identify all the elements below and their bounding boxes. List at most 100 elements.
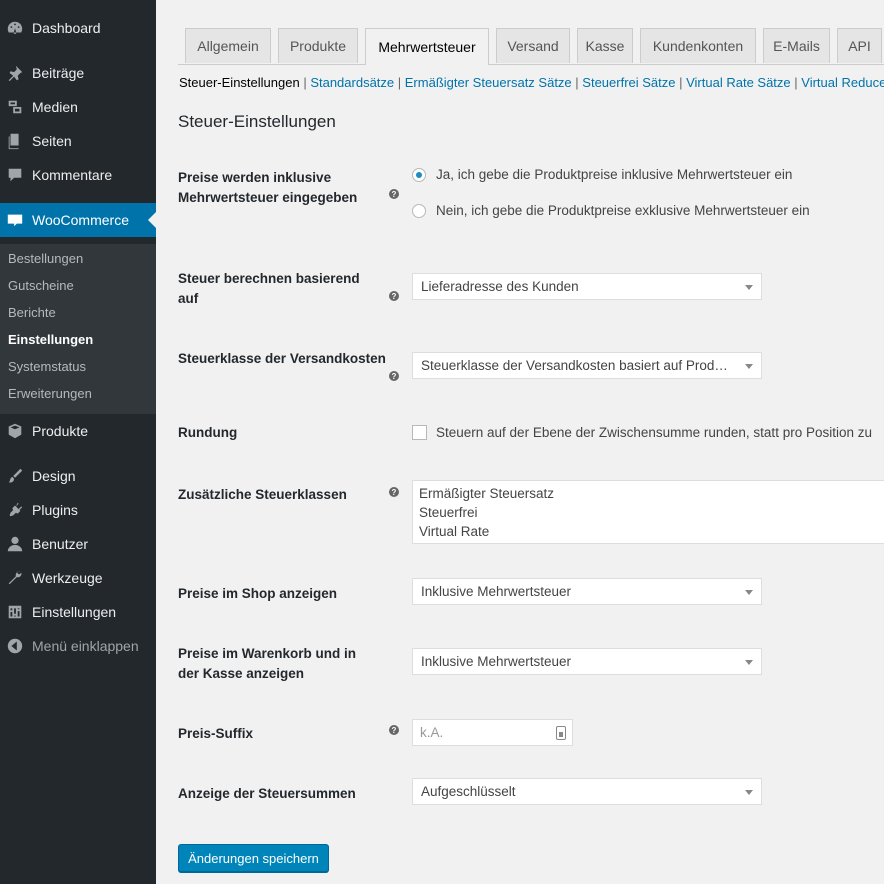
submenu-berichte[interactable]: Berichte <box>8 305 56 320</box>
menu-design-label: Design <box>32 468 76 484</box>
menu-kommentare-label: Kommentare <box>32 167 113 183</box>
totals-select[interactable]: Aufgeschlüsselt <box>412 778 762 805</box>
menu-medien-label: Medien <box>32 99 78 115</box>
chevron-down-icon <box>745 590 753 595</box>
help-icon[interactable]: ? <box>389 725 399 735</box>
chevron-down-icon <box>745 790 753 795</box>
subnav-virtual-rate[interactable]: Virtual Rate Sätze <box>686 75 791 90</box>
plugin-icon <box>5 500 25 520</box>
menu-einstellungen[interactable]: Einstellungen <box>0 595 156 629</box>
comment-icon <box>5 165 25 185</box>
menu-beitraege-label: Beiträge <box>32 65 85 81</box>
menu-plugins[interactable]: Plugins <box>0 493 156 527</box>
chevron-down-icon <box>745 364 753 369</box>
pushpin-icon <box>5 63 25 83</box>
subnav-virtual-reduced[interactable]: Virtual Reduced <box>801 75 884 90</box>
tax-class-line: Steuerfrei <box>419 505 478 520</box>
menu-woocommerce-label: WooCommerce <box>32 212 129 228</box>
menu-design[interactable]: Design <box>0 459 156 493</box>
paintbrush-icon <box>5 466 25 486</box>
tax-classes-textarea[interactable]: Ermäßigter Steuersatz Steuerfrei Virtual… <box>412 480 884 544</box>
pages-icon <box>5 131 25 151</box>
menu-werkzeuge[interactable]: Werkzeuge <box>0 561 156 595</box>
user-icon <box>5 534 25 554</box>
subnav-steuerfrei[interactable]: Steuerfrei Sätze <box>582 75 675 90</box>
submenu-einstellungen[interactable]: Einstellungen <box>8 332 93 347</box>
subnav-steuer-einstellungen[interactable]: Steuer-Einstellungen <box>179 75 300 90</box>
menu-collapse[interactable]: Menü einklappen <box>0 629 156 663</box>
menu-beitraege[interactable]: Beiträge <box>0 56 156 90</box>
tab-divider <box>178 64 884 65</box>
dashboard-icon <box>5 18 25 38</box>
prices-incl-no-label: Nein, ich gebe die Produktpreise exklusi… <box>436 203 810 218</box>
tab-api[interactable]: API <box>837 28 882 63</box>
chevron-down-icon <box>745 660 753 665</box>
tab-kundenkonten[interactable]: Kundenkonten <box>640 28 756 63</box>
radio-yes[interactable] <box>412 167 426 182</box>
rounding-text: Steuern auf der Ebene der Zwischensumme … <box>436 425 872 440</box>
menu-benutzer[interactable]: Benutzer <box>0 527 156 561</box>
help-icon[interactable]: ? <box>389 189 399 199</box>
menu-kommentare[interactable]: Kommentare <box>0 158 156 192</box>
tab-allgemein[interactable]: Allgemein <box>185 28 271 63</box>
totals-label: Anzeige der Steuersummen <box>178 786 356 801</box>
rounding-option[interactable]: Steuern auf der Ebene der Zwischensumme … <box>412 425 872 440</box>
woocommerce-submenu: Bestellungen Gutscheine Berichte Einstel… <box>0 244 156 414</box>
calc-based-select[interactable]: Lieferadresse des Kunden <box>412 273 762 300</box>
menu-dashboard-label: Dashboard <box>32 20 101 36</box>
menu-seiten[interactable]: Seiten <box>0 124 156 158</box>
submenu-gutscheine[interactable]: Gutscheine <box>8 278 74 293</box>
shipping-class-label: Steuerklasse der Versandkosten <box>178 351 386 366</box>
calc-based-value: Lieferadresse des Kunden <box>421 279 579 294</box>
help-icon[interactable]: ? <box>389 487 399 497</box>
menu-collapse-label: Menü einklappen <box>32 638 139 654</box>
prices-incl-no-option[interactable]: Nein, ich gebe die Produktpreise exklusi… <box>412 203 810 218</box>
menu-woocommerce[interactable]: WooCommerce <box>0 203 156 237</box>
woocommerce-icon <box>5 210 25 230</box>
subnav-ermaessigt[interactable]: Ermäßigter Steuersatz Sätze <box>405 75 572 90</box>
shop-display-select[interactable]: Inklusive Mehrwertsteuer <box>412 578 762 605</box>
submenu-erweiterungen[interactable]: Erweiterungen <box>8 386 92 401</box>
menu-seiten-label: Seiten <box>32 133 72 149</box>
submenu-systemstatus[interactable]: Systemstatus <box>8 359 86 374</box>
tab-versand[interactable]: Versand <box>496 28 570 63</box>
collapse-arrow-icon <box>5 636 25 656</box>
submenu-bestellungen[interactable]: Bestellungen <box>8 251 83 266</box>
menu-dashboard[interactable]: Dashboard <box>0 11 156 45</box>
shop-display-label: Preise im Shop anzeigen <box>178 586 338 601</box>
cart-display-value: Inklusive Mehrwertsteuer <box>421 654 572 669</box>
media-icon <box>5 97 25 117</box>
suffix-input[interactable]: k.A. <box>412 719 573 746</box>
shipping-class-select[interactable]: Steuerklasse der Versandkosten basiert a… <box>412 352 762 379</box>
box-icon <box>5 421 25 441</box>
help-icon[interactable]: ? <box>389 371 399 381</box>
calc-based-label: Steuer berechnen basierend auf <box>178 271 360 306</box>
tax-class-line: Ermäßigter Steuersatz <box>419 486 555 501</box>
cart-display-select[interactable]: Inklusive Mehrwertsteuer <box>412 648 762 675</box>
subnav-standardsaetze[interactable]: Standardsätze <box>310 75 394 90</box>
menu-benutzer-label: Benutzer <box>32 536 89 552</box>
rounding-label: Rundung <box>178 425 238 440</box>
menu-medien[interactable]: Medien <box>0 90 156 124</box>
tab-mehrwertsteuer[interactable]: Mehrwertsteuer <box>365 28 489 65</box>
menu-plugins-label: Plugins <box>32 502 78 518</box>
tab-emails[interactable]: E-Mails <box>763 28 830 63</box>
menu-einstellungen-label: Einstellungen <box>32 604 117 620</box>
tab-produkte[interactable]: Produkte <box>278 28 358 63</box>
prices-incl-yes-option[interactable]: Ja, ich gebe die Produktpreise inklusive… <box>412 167 792 182</box>
radio-no[interactable] <box>412 203 426 218</box>
settings-sliders-icon <box>5 602 25 622</box>
save-button[interactable]: Änderungen speichern <box>178 844 329 872</box>
tax-section-nav: Steuer-Einstellungen | Standardsätze | E… <box>179 75 884 90</box>
admin-sidebar: Dashboard Beiträge Medien Seiten Komment… <box>0 0 156 884</box>
password-manager-icon[interactable] <box>556 725 566 740</box>
tax-class-line: Virtual Rate <box>419 524 490 539</box>
help-icon[interactable]: ? <box>389 291 399 301</box>
suffix-label: Preis-Suffix <box>178 726 254 741</box>
tab-kasse[interactable]: Kasse <box>577 28 633 63</box>
cart-display-label: Preise im Warenkorb und in der Kasse anz… <box>178 646 357 681</box>
rounding-checkbox[interactable] <box>412 425 427 440</box>
section-title: Steuer-Einstellungen <box>178 112 336 131</box>
menu-produkte[interactable]: Produkte <box>0 414 156 448</box>
menu-produkte-label: Produkte <box>32 423 89 439</box>
